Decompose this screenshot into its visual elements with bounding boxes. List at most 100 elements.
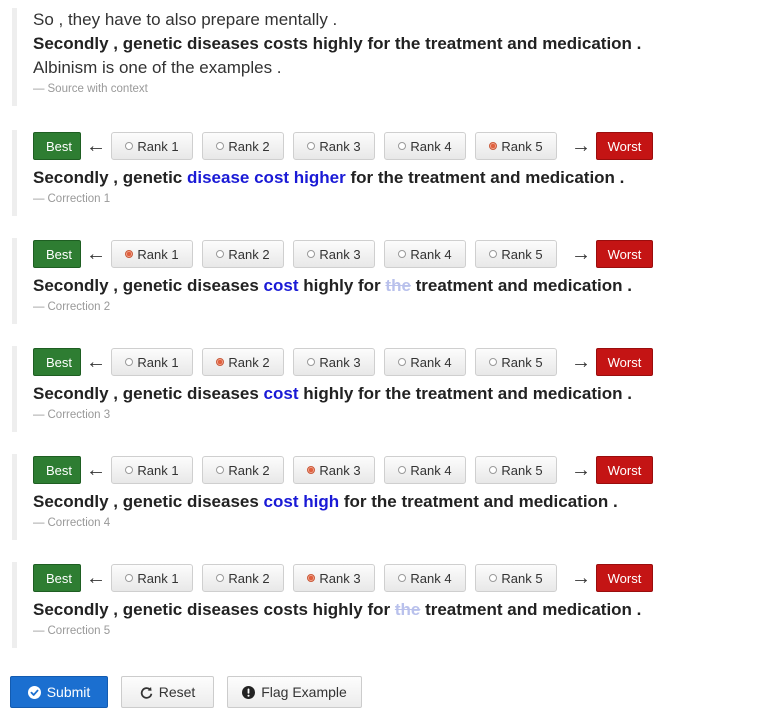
- radio-icon[interactable]: [307, 250, 316, 258]
- rank-1-option[interactable]: Rank 1: [111, 456, 193, 484]
- rank-2-option[interactable]: Rank 2: [202, 456, 284, 484]
- corrected-sentence: Secondly , genetic diseases cost high fo…: [33, 490, 759, 514]
- sentence-text: Secondly , genetic diseases: [33, 276, 264, 295]
- left-arrow-icon: ←: [86, 459, 106, 481]
- rank-3-option[interactable]: Rank 3: [293, 564, 375, 592]
- rank-3-option[interactable]: Rank 3: [293, 240, 375, 268]
- radio-icon[interactable]: [489, 358, 498, 366]
- rank-label: Rank 3: [319, 354, 361, 370]
- radio-icon[interactable]: [125, 358, 134, 366]
- radio-icon[interactable]: [125, 142, 134, 150]
- rank-selector: Best ← Rank 1 Rank 2 Rank 3 Rank 4 Rank 5 → Wors…: [33, 456, 759, 484]
- rank-3-option[interactable]: Rank 3: [293, 348, 375, 376]
- corrected-sentence: Secondly , genetic disease cost higher f…: [33, 166, 759, 190]
- inserted-text: disease cost higher: [187, 168, 346, 187]
- radio-icon[interactable]: [125, 466, 134, 474]
- rank-4-option[interactable]: Rank 4: [384, 564, 466, 592]
- radio-icon[interactable]: [398, 574, 407, 582]
- rank-5-option[interactable]: Rank 5: [475, 240, 557, 268]
- rank-2-option[interactable]: Rank 2: [202, 240, 284, 268]
- rank-label: Rank 3: [319, 138, 361, 154]
- rank-label: Rank 2: [228, 354, 270, 370]
- best-label: Best: [33, 564, 81, 592]
- sentence-text: Secondly , genetic diseases: [33, 384, 264, 403]
- rank-2-option[interactable]: Rank 2: [202, 348, 284, 376]
- radio-icon[interactable]: [398, 142, 407, 150]
- radio-icon[interactable]: [216, 358, 225, 366]
- rank-1-option[interactable]: Rank 1: [111, 348, 193, 376]
- radio-icon[interactable]: [307, 358, 316, 366]
- rank-5-option[interactable]: Rank 5: [475, 564, 557, 592]
- rank-label: Rank 1: [137, 246, 179, 262]
- rank-label: Rank 1: [137, 354, 179, 370]
- rank-label: Rank 1: [137, 462, 179, 478]
- right-arrow-icon: →: [571, 351, 591, 373]
- sentence-text: for the treatment and medication .: [339, 492, 618, 511]
- radio-icon[interactable]: [216, 466, 225, 474]
- radio-icon[interactable]: [216, 574, 225, 582]
- worst-label: Worst: [596, 132, 653, 160]
- sentence-text: for the treatment and medication .: [345, 168, 625, 187]
- rank-4-option[interactable]: Rank 4: [384, 348, 466, 376]
- radio-icon[interactable]: [125, 250, 134, 258]
- source-line-3: Albinism is one of the examples .: [33, 58, 282, 77]
- flag-example-label: Flag Example: [261, 684, 347, 700]
- rank-selector: Best ← Rank 1 Rank 2 Rank 3 Rank 4 Rank 5 → Wors…: [33, 564, 759, 592]
- correction-3: Best ← Rank 1 Rank 2 Rank 3 Rank 4 Rank 5 → Wors…: [12, 346, 759, 432]
- rank-4-option[interactable]: Rank 4: [384, 456, 466, 484]
- rank-5-option[interactable]: Rank 5: [475, 132, 557, 160]
- worst-label: Worst: [596, 564, 653, 592]
- exclamation-circle-icon: [242, 685, 256, 699]
- correction-footer: — Correction 4: [33, 517, 111, 529]
- radio-icon[interactable]: [307, 574, 316, 582]
- rank-4-option[interactable]: Rank 4: [384, 240, 466, 268]
- rank-label: Rank 5: [501, 246, 543, 262]
- rank-5-option[interactable]: Rank 5: [475, 348, 557, 376]
- radio-icon[interactable]: [398, 250, 407, 258]
- radio-icon[interactable]: [489, 574, 498, 582]
- worst-label: Worst: [596, 240, 653, 268]
- reset-label: Reset: [158, 684, 196, 700]
- rank-label: Rank 5: [501, 462, 543, 478]
- rank-3-option[interactable]: Rank 3: [293, 132, 375, 160]
- rank-label: Rank 1: [137, 570, 179, 586]
- radio-icon[interactable]: [398, 466, 407, 474]
- radio-icon[interactable]: [216, 250, 225, 258]
- sentence-text: highly for the treatment and medication …: [298, 384, 632, 403]
- radio-icon[interactable]: [307, 142, 316, 150]
- rank-2-option[interactable]: Rank 2: [202, 564, 284, 592]
- correction-footer-label: Correction 4: [47, 517, 111, 529]
- rank-selector: Best ← Rank 1 Rank 2 Rank 3 Rank 4 Rank 5 → Wors…: [33, 348, 759, 376]
- sentence-text: treatment and medication .: [420, 600, 642, 619]
- deleted-text: the: [394, 600, 421, 619]
- reset-button[interactable]: Reset: [121, 676, 214, 708]
- submit-button[interactable]: Submit: [10, 676, 108, 708]
- rank-1-option[interactable]: Rank 1: [111, 240, 193, 268]
- radio-icon[interactable]: [125, 574, 134, 582]
- radio-icon[interactable]: [398, 358, 407, 366]
- left-arrow-icon: ←: [86, 243, 106, 265]
- inserted-text: cost: [263, 384, 299, 403]
- source-line-1: So , they have to also prepare mentally …: [33, 10, 338, 29]
- flag-example-button[interactable]: Flag Example: [227, 676, 362, 708]
- rank-label: Rank 3: [319, 462, 361, 478]
- rank-2-option[interactable]: Rank 2: [202, 132, 284, 160]
- rank-3-option[interactable]: Rank 3: [293, 456, 375, 484]
- correction-4: Best ← Rank 1 Rank 2 Rank 3 Rank 4 Rank 5 → Wors…: [12, 454, 759, 540]
- sentence-text: treatment and medication .: [410, 276, 632, 295]
- rank-1-option[interactable]: Rank 1: [111, 132, 193, 160]
- radio-icon[interactable]: [307, 466, 316, 474]
- rank-label: Rank 4: [410, 462, 452, 478]
- radio-icon[interactable]: [489, 250, 498, 258]
- right-arrow-icon: →: [571, 459, 591, 481]
- radio-icon[interactable]: [489, 142, 498, 150]
- source-line-2: Secondly , genetic diseases costs highly…: [33, 34, 642, 53]
- rank-label: Rank 3: [319, 570, 361, 586]
- rank-1-option[interactable]: Rank 1: [111, 564, 193, 592]
- rank-4-option[interactable]: Rank 4: [384, 132, 466, 160]
- correction-footer: — Correction 5: [33, 625, 111, 637]
- radio-icon[interactable]: [216, 142, 225, 150]
- rank-5-option[interactable]: Rank 5: [475, 456, 557, 484]
- radio-icon[interactable]: [489, 466, 498, 474]
- rank-selector: Best ← Rank 1 Rank 2 Rank 3 Rank 4 Rank 5 → Wors…: [33, 240, 759, 268]
